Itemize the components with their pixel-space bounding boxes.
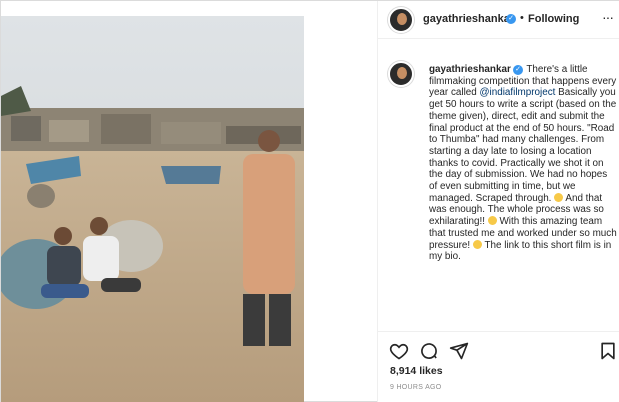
header-username[interactable]: gayathrieshankar <box>423 13 514 25</box>
caption-area: gayathrieshankar There's a little filmma… <box>378 57 619 332</box>
post-caption: gayathrieshankar There's a little filmma… <box>429 64 617 263</box>
mention-link[interactable]: @indiafilmproject <box>480 87 556 98</box>
beach-scene-image <box>1 16 304 402</box>
likes-count[interactable]: 8,914 likes <box>390 365 443 377</box>
caption-verified-badge-icon: ✓ <box>513 65 523 75</box>
laughing-emoji-icon <box>472 239 482 249</box>
post-side-panel: gayathrieshankar ✓ • Following ··· gayat… <box>377 1 619 402</box>
comment-icon[interactable] <box>419 341 439 361</box>
avatar[interactable] <box>388 7 414 33</box>
caption-username[interactable]: gayathrieshankar <box>429 64 511 75</box>
share-icon[interactable] <box>449 341 469 361</box>
post-photo[interactable] <box>1 16 304 402</box>
smiling-emoji-icon <box>487 216 497 226</box>
more-options-icon[interactable]: ··· <box>602 9 614 25</box>
post-header: gayathrieshankar ✓ • Following ··· <box>378 1 619 39</box>
grinning-emoji-icon <box>554 192 564 202</box>
caption-avatar[interactable] <box>388 61 414 87</box>
separator-dot: • <box>520 12 524 24</box>
post-timestamp[interactable]: 9 HOURS AGO <box>390 384 442 391</box>
verified-badge-icon: ✓ <box>506 14 516 24</box>
following-button[interactable]: Following <box>528 13 579 25</box>
instagram-post: gayathrieshankar ✓ • Following ··· gayat… <box>0 0 619 402</box>
bookmark-icon[interactable] <box>598 341 618 361</box>
heart-icon[interactable] <box>389 341 409 361</box>
post-actions: 8,914 likes 9 HOURS AGO <box>378 331 619 402</box>
caption-text-2: Basically you get 50 hours to write a sc… <box>429 87 619 204</box>
